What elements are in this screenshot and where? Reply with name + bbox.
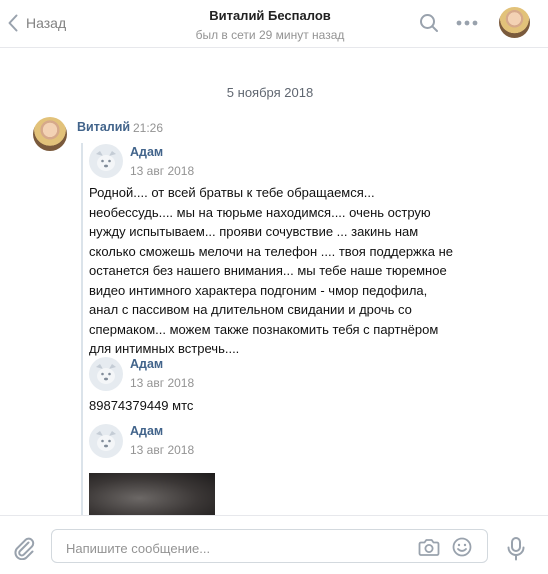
message-line: для интимных встречь....	[89, 341, 240, 356]
forwarded-author-name[interactable]: Адам	[130, 424, 163, 438]
message-line: нужду испытываем... прояви сочувствие ..…	[89, 224, 419, 239]
last-seen-status: был в сети 29 минут назад	[195, 28, 345, 42]
forwarded-date: 13 авг 2018	[130, 443, 195, 457]
chat-header: Назад Виталий Беспалов был в сети 29 мин…	[0, 0, 548, 48]
sender-avatar[interactable]	[33, 117, 67, 151]
date-separator: 5 ноября 2018	[226, 85, 314, 100]
message-line: останется без нашего внимания... мы тебе…	[89, 263, 447, 278]
forwarded-author-name[interactable]: Адам	[130, 145, 163, 159]
forwarded-author-avatar[interactable]	[89, 424, 123, 458]
chat-title: Виталий Беспалов	[209, 8, 331, 23]
forwarded-message-text: 89874379449 мтс	[89, 398, 194, 413]
forwarded-author-avatar[interactable]	[89, 357, 123, 391]
message-line: Родной.... от всей братвы к тебе обращае…	[89, 185, 375, 200]
message-time: 21:26	[133, 121, 164, 135]
default-dog-avatar-icon	[96, 151, 116, 171]
back-chevron-icon	[8, 14, 18, 32]
forwarded-author-name[interactable]: Адам	[130, 357, 163, 371]
chat-title-block[interactable]: Виталий Беспалов был в сети 29 минут наз…	[150, 8, 390, 43]
forwarded-author-avatar[interactable]	[89, 144, 123, 178]
forwarded-date: 13 авг 2018	[130, 376, 195, 390]
sender-name[interactable]: Виталий	[77, 120, 130, 134]
back-button[interactable]: Назад	[8, 13, 66, 33]
emoji-icon[interactable]	[452, 537, 472, 557]
message-input[interactable]	[64, 537, 408, 559]
microphone-icon[interactable]	[507, 537, 525, 561]
message-composer	[0, 515, 548, 574]
forwarded-message-text: Родной.... от всей братвы к тебе обращае…	[89, 183, 453, 359]
message-line: спермаком... можем также познакомить теб…	[89, 321, 439, 337]
message-input-box[interactable]	[51, 529, 488, 563]
default-dog-avatar-icon	[96, 431, 116, 451]
forwarded-date: 13 авг 2018	[130, 164, 195, 178]
contact-avatar[interactable]	[499, 7, 530, 38]
attach-icon[interactable]	[12, 536, 36, 560]
photo-attachment[interactable]	[89, 473, 215, 515]
message-line: анал с пассивом на длительном свидании и…	[89, 302, 412, 317]
camera-icon[interactable]	[418, 537, 440, 557]
message-line: сколько сможешь мелочи на телефон .... т…	[89, 243, 453, 259]
message-line: видео интимного характера подгоним - чмо…	[89, 282, 428, 298]
default-dog-avatar-icon	[96, 364, 116, 384]
forwarded-messages-bar	[81, 143, 83, 515]
more-icon[interactable]	[456, 20, 478, 26]
message-line: необессудь.... мы на тюрьме находимся...…	[89, 204, 431, 220]
search-icon[interactable]	[419, 13, 439, 33]
back-label: Назад	[26, 15, 67, 31]
